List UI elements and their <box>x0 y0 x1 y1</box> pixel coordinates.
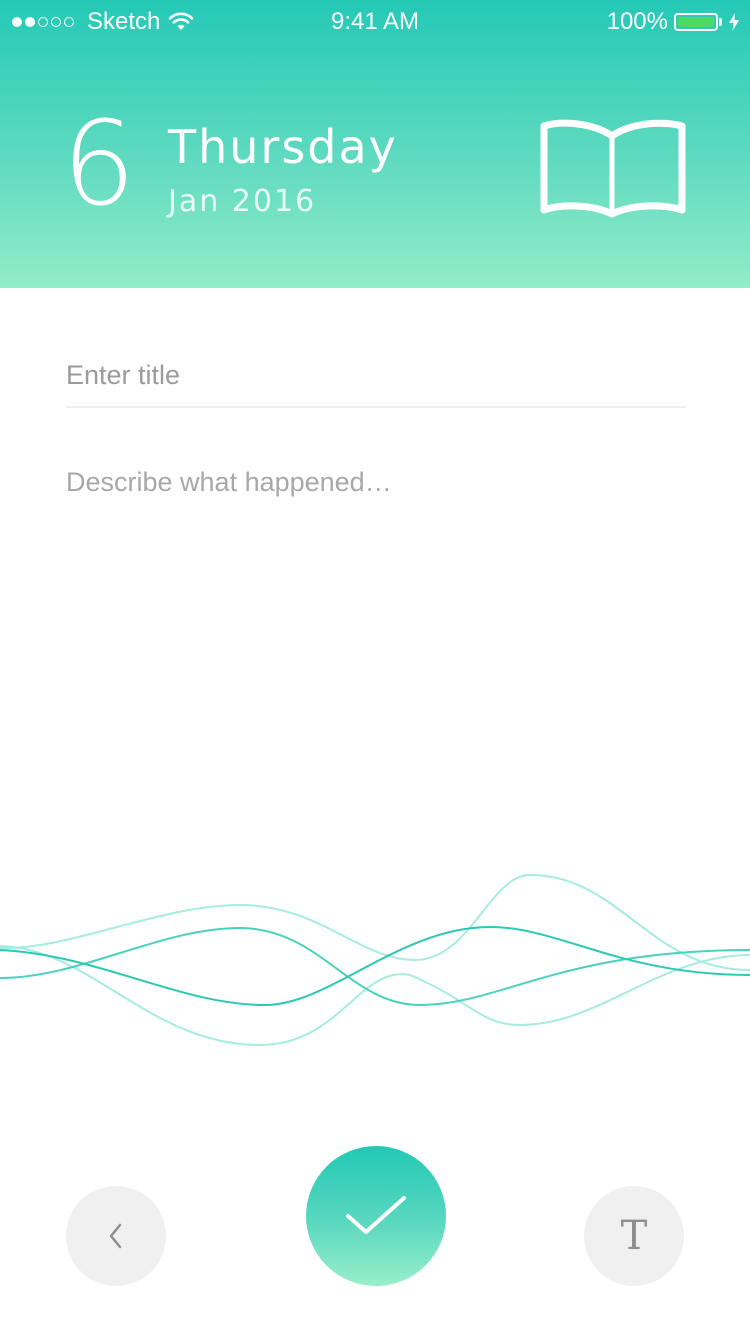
open-book-icon <box>540 119 686 218</box>
text-format-icon: T <box>620 1213 648 1259</box>
date-header: Sketch 9:41 AM 100% 6 Thursday Jan 2016 <box>0 0 750 288</box>
title-input[interactable] <box>66 344 686 408</box>
text-format-button[interactable]: T <box>584 1186 684 1286</box>
date-day-number: 6 <box>62 97 136 232</box>
date-month-year: Jan 2016 <box>168 184 317 219</box>
battery-percentage: 100% <box>606 8 668 35</box>
status-right: 100% <box>607 8 740 36</box>
battery-icon <box>674 13 718 31</box>
chevron-left-icon <box>109 1223 122 1249</box>
charging-bolt-icon <box>729 13 739 31</box>
journal-button[interactable] <box>536 116 690 226</box>
date-weekday: Thursday <box>168 120 398 174</box>
voice-waveform <box>0 873 750 1047</box>
back-button[interactable] <box>66 1186 166 1286</box>
wave-line <box>0 926 750 1007</box>
status-bar: Sketch 9:41 AM 100% <box>0 0 750 44</box>
new-entry-screen: Sketch 9:41 AM 100% 6 Thursday Jan 2016 … <box>0 0 750 1334</box>
checkmark-icon <box>346 1196 406 1234</box>
confirm-button[interactable] <box>306 1146 446 1286</box>
battery-level-fill <box>678 17 714 27</box>
description-input[interactable] <box>66 462 686 822</box>
battery-cap <box>719 18 722 26</box>
